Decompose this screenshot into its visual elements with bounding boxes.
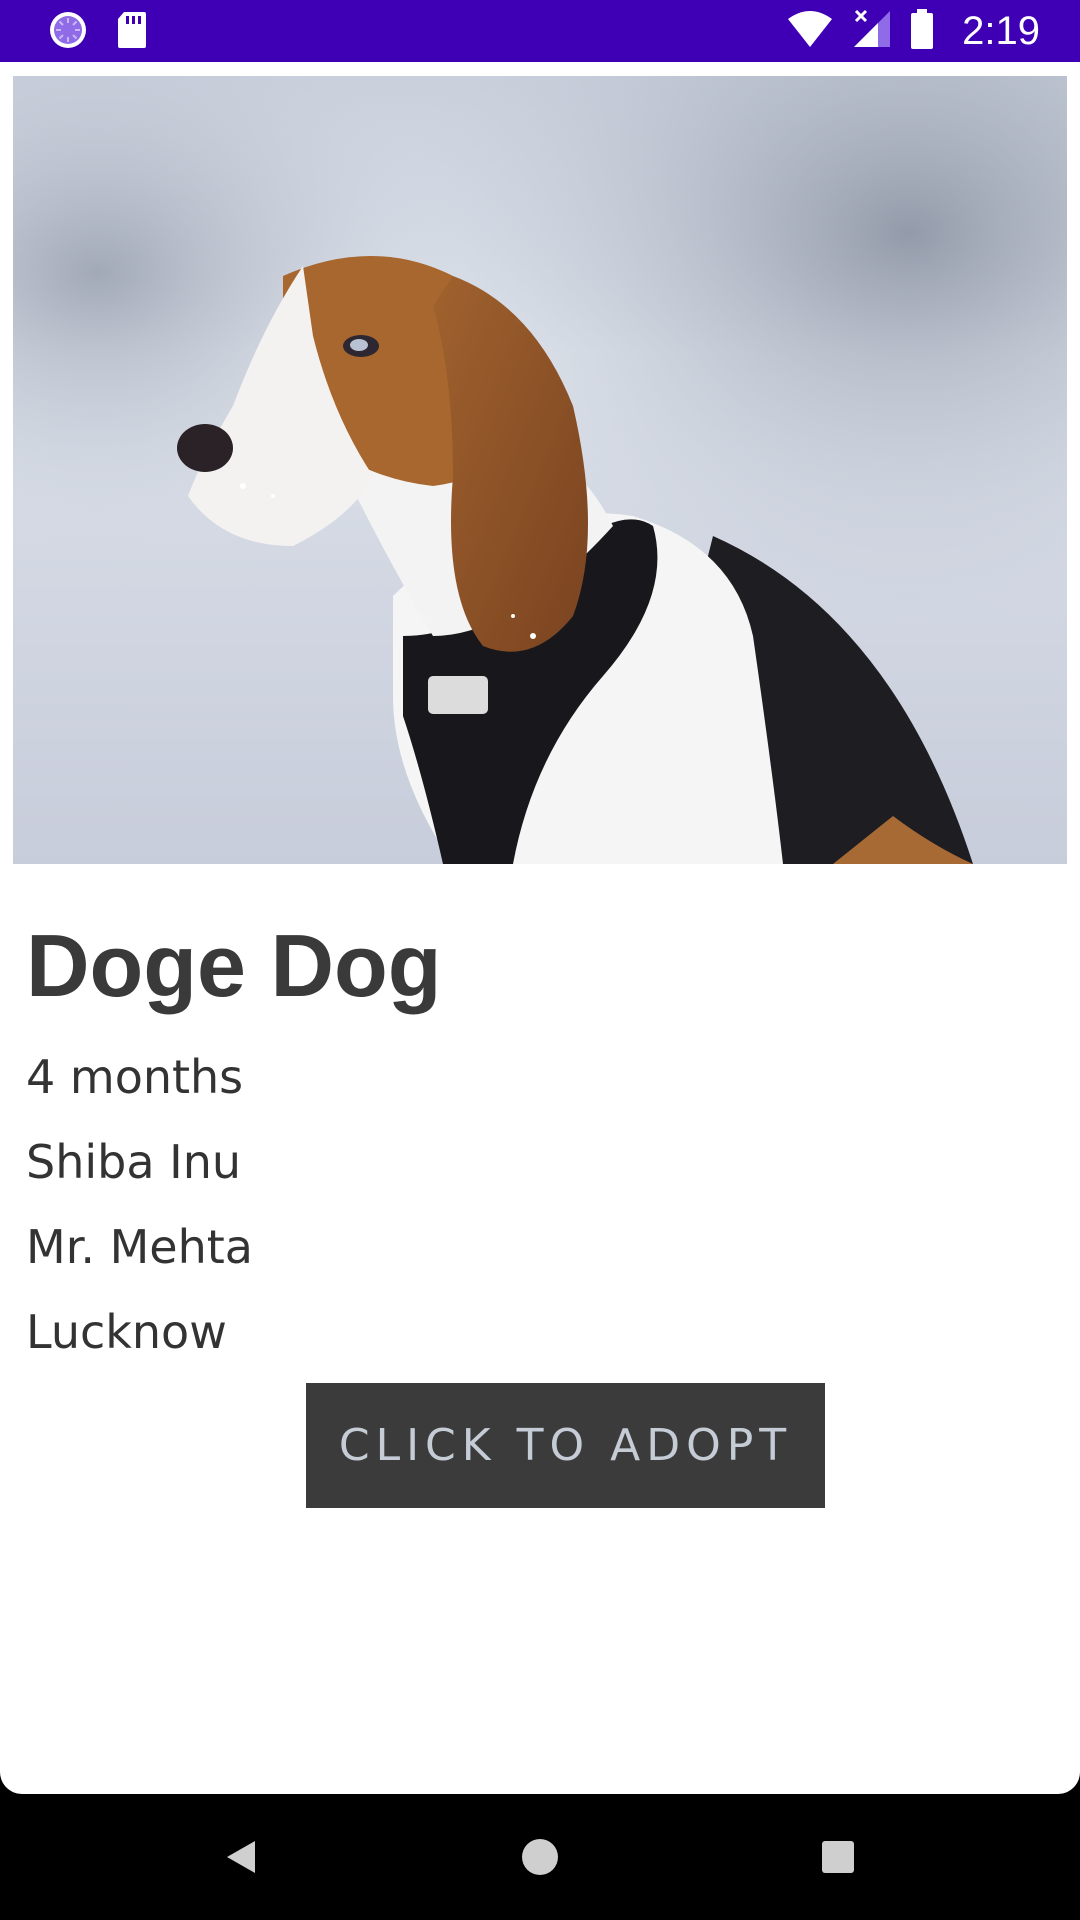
back-icon[interactable] bbox=[208, 1824, 274, 1890]
pet-owner: Mr. Mehta bbox=[26, 1220, 253, 1274]
status-time: 2:19 bbox=[962, 8, 1040, 53]
status-left-icons bbox=[48, 10, 148, 55]
battery-icon bbox=[910, 8, 934, 54]
status-right-icons: 2:19 bbox=[786, 8, 1040, 54]
pet-location: Lucknow bbox=[26, 1305, 227, 1359]
signal-icon bbox=[852, 9, 892, 54]
beagle-photo bbox=[13, 76, 1067, 864]
pet-detail-card: Doge Dog 4 months Shiba Inu Mr. Mehta Lu… bbox=[0, 62, 1080, 1794]
pet-name: Doge Dog bbox=[26, 916, 442, 1015]
home-icon[interactable] bbox=[507, 1824, 573, 1890]
navigation-bar bbox=[0, 1794, 1080, 1920]
pet-age: 4 months bbox=[26, 1050, 244, 1104]
wifi-icon bbox=[786, 9, 834, 54]
sd-card-icon bbox=[116, 10, 148, 55]
loading-circle-icon bbox=[48, 10, 88, 55]
adopt-button[interactable]: CLICK TO ADOPT bbox=[306, 1383, 825, 1508]
recents-icon[interactable] bbox=[805, 1824, 871, 1890]
status-bar: 2:19 bbox=[0, 0, 1080, 62]
pet-photo bbox=[13, 76, 1067, 864]
pet-breed: Shiba Inu bbox=[26, 1135, 242, 1189]
